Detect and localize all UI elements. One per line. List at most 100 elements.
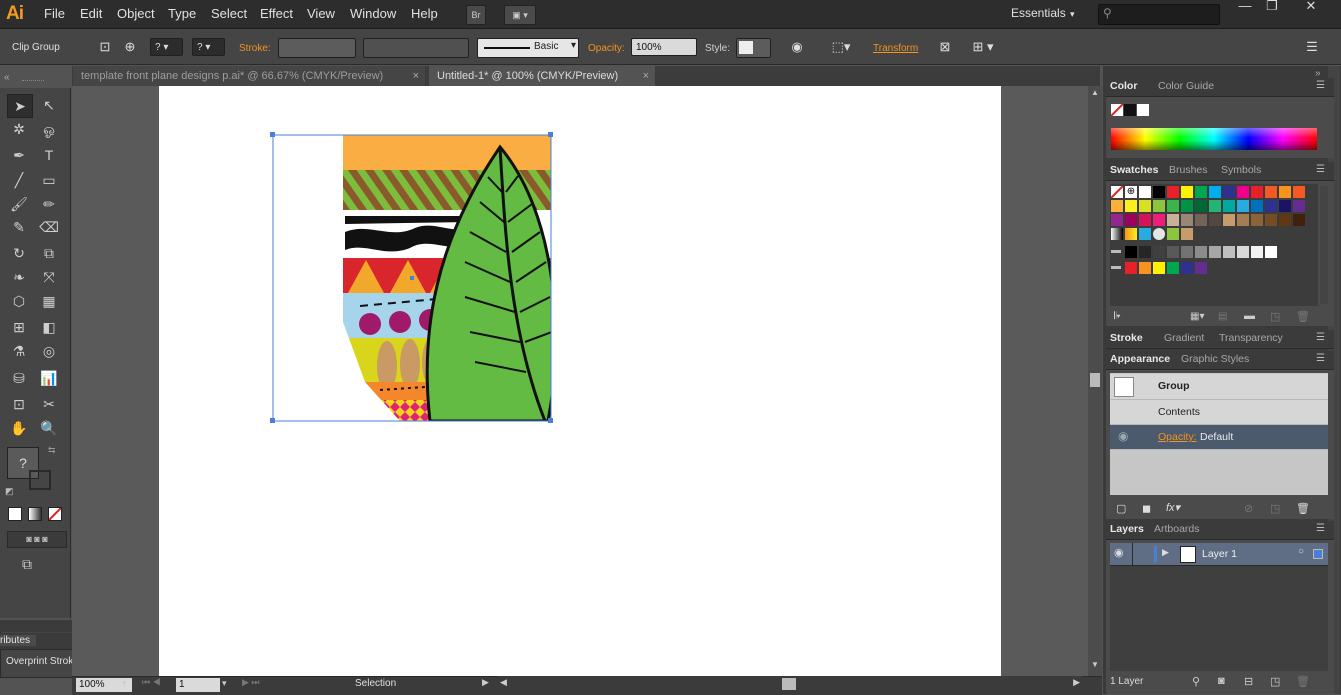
close-icon[interactable]: × <box>413 66 419 86</box>
appearance-group-row[interactable]: Group <box>1110 374 1328 400</box>
minimize-button[interactable]: — <box>1231 0 1259 14</box>
tab-attributes[interactable]: ributes <box>0 635 37 646</box>
isolate-mode-icon[interactable]: ⊕ <box>120 38 140 56</box>
menu-type[interactable]: Type <box>168 6 196 21</box>
blob-brush-tool-icon[interactable]: ✎ <box>7 216 31 238</box>
delete-swatch-icon[interactable]: 🗑 <box>1296 310 1310 323</box>
menu-file[interactable]: File <box>44 6 65 21</box>
gradient-mode-icon[interactable] <box>28 507 42 521</box>
transform-link[interactable]: Transform <box>873 43 918 54</box>
target-icon[interactable]: ○ <box>1298 546 1304 557</box>
align-to-selection-icon[interactable]: ⬚▾ <box>828 38 854 56</box>
delete-item-icon[interactable]: 🗑 <box>1296 502 1310 515</box>
add-new-stroke-icon[interactable]: ▢ <box>1116 502 1126 515</box>
panel-menu-icon[interactable]: ☰ <box>1316 353 1325 364</box>
tab-transparency[interactable]: Transparency <box>1219 332 1283 344</box>
menu-object[interactable]: Object <box>117 6 155 21</box>
visibility-eye-icon[interactable]: ◉ <box>1118 429 1128 443</box>
new-layer-icon[interactable]: ◳ <box>1270 675 1280 688</box>
close-window-button[interactable]: ✕ <box>1294 0 1328 14</box>
column-graph-tool-icon[interactable]: 📊 <box>37 367 61 389</box>
rectangle-tool-icon[interactable]: ▭ <box>37 169 61 191</box>
swatch-options-icon[interactable]: ▤ <box>1218 311 1227 322</box>
swatches-scrollbar[interactable] <box>1320 186 1328 304</box>
pencil-tool-icon[interactable]: ✏ <box>37 193 61 215</box>
free-transform-tool-icon[interactable]: ⤧ <box>37 266 61 288</box>
arrange-documents-button[interactable]: ▣ ▾ <box>504 5 536 25</box>
toolbox-grip[interactable] <box>22 80 44 83</box>
rotate-tool-icon[interactable]: ↻ <box>7 242 31 264</box>
stroke-swatch[interactable] <box>29 470 51 490</box>
scale-tool-icon[interactable]: ⧉ <box>37 242 61 264</box>
delete-layer-icon[interactable]: 🗑 <box>1296 675 1310 688</box>
magic-wand-tool-icon[interactable]: ✲ <box>7 118 31 140</box>
eyedropper-tool-icon[interactable]: ⚗ <box>7 340 31 362</box>
panel-menu-icon[interactable]: ☰ <box>1316 80 1325 91</box>
tab-untitled-document[interactable]: Untitled-1* @ 100% (CMYK/Preview) × <box>429 66 655 86</box>
slice-tool-icon[interactable]: ✂ <box>37 393 61 415</box>
appearance-opacity-row[interactable]: ◉ Opacity: Default <box>1110 425 1328 450</box>
tab-stroke[interactable]: Stroke <box>1110 332 1143 344</box>
menu-help[interactable]: Help <box>411 6 438 21</box>
graphic-style-dropdown[interactable] <box>736 38 771 58</box>
visibility-eye-icon[interactable]: ◉ <box>1114 546 1124 559</box>
fill-dropdown[interactable]: ? ▾ <box>150 38 183 56</box>
add-new-fill-icon[interactable]: ◼ <box>1142 502 1151 515</box>
zoom-tool-icon[interactable]: 🔍 <box>37 417 61 439</box>
current-tool-status[interactable]: Selection <box>355 678 396 689</box>
menu-view[interactable]: View <box>307 6 335 21</box>
transform-each-icon[interactable]: ⊠ <box>935 38 955 56</box>
chevron-down-icon[interactable]: ▾ <box>1070 9 1075 20</box>
status-menu-icon[interactable]: ▶ <box>482 677 489 688</box>
swap-fill-stroke-icon[interactable]: ⇆ <box>48 445 56 456</box>
recolor-artwork-icon[interactable]: ◉ <box>787 38 807 56</box>
panel-menu-icon[interactable]: ☰ <box>1316 164 1325 175</box>
bridge-button[interactable]: Br <box>466 5 486 25</box>
maximize-button[interactable]: ❐ <box>1258 0 1286 14</box>
screen-mode-icon[interactable]: ⧉ <box>22 556 32 573</box>
layer-row[interactable]: ◉ ▶ Layer 1 ○ <box>1110 543 1328 566</box>
horizontal-scrollbar[interactable]: ◀ ▶ <box>498 676 1082 692</box>
tab-layers[interactable]: Layers <box>1110 523 1144 535</box>
variable-width-profile[interactable] <box>363 38 469 58</box>
warp-tool-icon[interactable]: ❧ <box>7 266 31 288</box>
tab-template-document[interactable]: template front plane designs p.ai* @ 66.… <box>73 66 425 86</box>
line-tool-icon[interactable]: ╱ <box>7 169 31 191</box>
clear-appearance-icon[interactable]: ⊘ <box>1244 502 1253 515</box>
type-tool-icon[interactable]: T <box>37 144 61 166</box>
none-mode-icon[interactable] <box>48 507 62 521</box>
black-swatch[interactable] <box>1124 104 1136 116</box>
chevron-down-icon[interactable]: ▾ <box>122 678 127 689</box>
menu-select[interactable]: Select <box>211 6 247 21</box>
paintbrush-tool-icon[interactable]: 🖌 <box>7 193 31 215</box>
white-swatch[interactable] <box>1137 104 1149 116</box>
tab-gradient[interactable]: Gradient <box>1164 332 1204 344</box>
shape-builder-tool-icon[interactable]: ⬡ <box>7 290 31 312</box>
menu-edit[interactable]: Edit <box>80 6 102 21</box>
locate-object-icon[interactable]: ⚲ <box>1192 675 1200 688</box>
new-swatch-icon[interactable]: ◳ <box>1270 310 1280 323</box>
show-swatch-kinds-icon[interactable]: ▦▾ <box>1190 311 1204 322</box>
add-new-effect-icon[interactable]: fx▾ <box>1166 501 1180 514</box>
tab-color-guide[interactable]: Color Guide <box>1158 80 1214 92</box>
selection-tool-icon[interactable]: ➤ <box>7 94 33 118</box>
overprint-stroke-option[interactable]: Overprint Stroke <box>6 656 79 667</box>
vertical-scrollbar[interactable]: ▲ ▼ <box>1088 86 1102 676</box>
color-mode-icon[interactable] <box>8 507 22 521</box>
artboard-number-field[interactable]: 1 <box>176 678 220 692</box>
search-input[interactable]: ⚲ <box>1098 4 1220 25</box>
hand-tool-icon[interactable]: ✋ <box>7 417 31 439</box>
pen-tool-icon[interactable]: ✒ <box>7 144 31 166</box>
stroke-dropdown[interactable]: ? ▾ <box>192 38 225 56</box>
stroke-label[interactable]: Stroke: <box>239 43 271 54</box>
lasso-tool-icon[interactable]: ஓ <box>37 118 61 140</box>
tab-brushes[interactable]: Brushes <box>1169 164 1208 176</box>
drawing-modes-icon[interactable]: ◙ ◙ ◙ <box>7 531 67 548</box>
color-spectrum[interactable] <box>1111 128 1317 150</box>
last-artboard-icon[interactable]: ▶ ⏭ <box>242 677 260 688</box>
panel-menu-icon[interactable]: ☰ <box>1316 332 1325 343</box>
expand-layer-icon[interactable]: ▶ <box>1162 547 1169 558</box>
make-clipping-mask-icon[interactable]: ◙ <box>1218 675 1225 687</box>
appearance-contents-row[interactable]: Contents <box>1110 400 1328 425</box>
workspace-switcher[interactable]: Essentials <box>1011 6 1066 20</box>
